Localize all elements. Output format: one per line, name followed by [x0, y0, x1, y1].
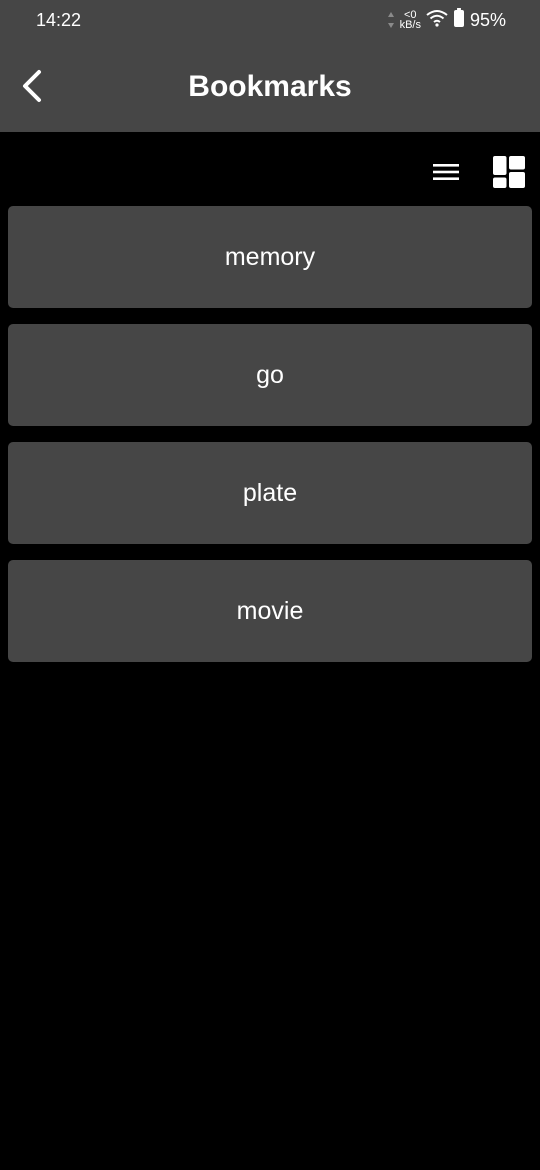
bookmark-list: memory go plate movie — [8, 206, 532, 678]
bookmarks-screen: 14:22 <0 kB/s 95% Bookmarks memory go pl… — [0, 0, 540, 1170]
network-activity-icon — [387, 11, 395, 29]
status-icons: <0 kB/s 95% — [387, 7, 506, 33]
battery-percent: 95% — [469, 9, 506, 30]
bookmark-item-movie[interactable]: movie — [8, 560, 532, 662]
bookmark-item-plate[interactable]: plate — [8, 442, 532, 544]
list-view-button[interactable] — [424, 152, 468, 192]
battery-icon — [453, 7, 465, 33]
app-bar: Bookmarks — [0, 40, 540, 132]
grid-view-icon — [493, 156, 525, 188]
page-title: Bookmarks — [188, 70, 352, 103]
bookmark-item-go[interactable]: go — [8, 324, 532, 426]
grid-view-button[interactable] — [488, 150, 530, 194]
list-view-icon — [433, 164, 459, 180]
network-speed: <0 kB/s — [399, 10, 421, 31]
status-time: 14:22 — [36, 10, 82, 30]
wifi-icon — [426, 9, 448, 32]
bookmark-item-memory[interactable]: memory — [8, 206, 532, 308]
net-speed-unit: kB/s — [399, 19, 421, 31]
status-bar: 14:22 <0 kB/s 95% — [0, 0, 540, 40]
